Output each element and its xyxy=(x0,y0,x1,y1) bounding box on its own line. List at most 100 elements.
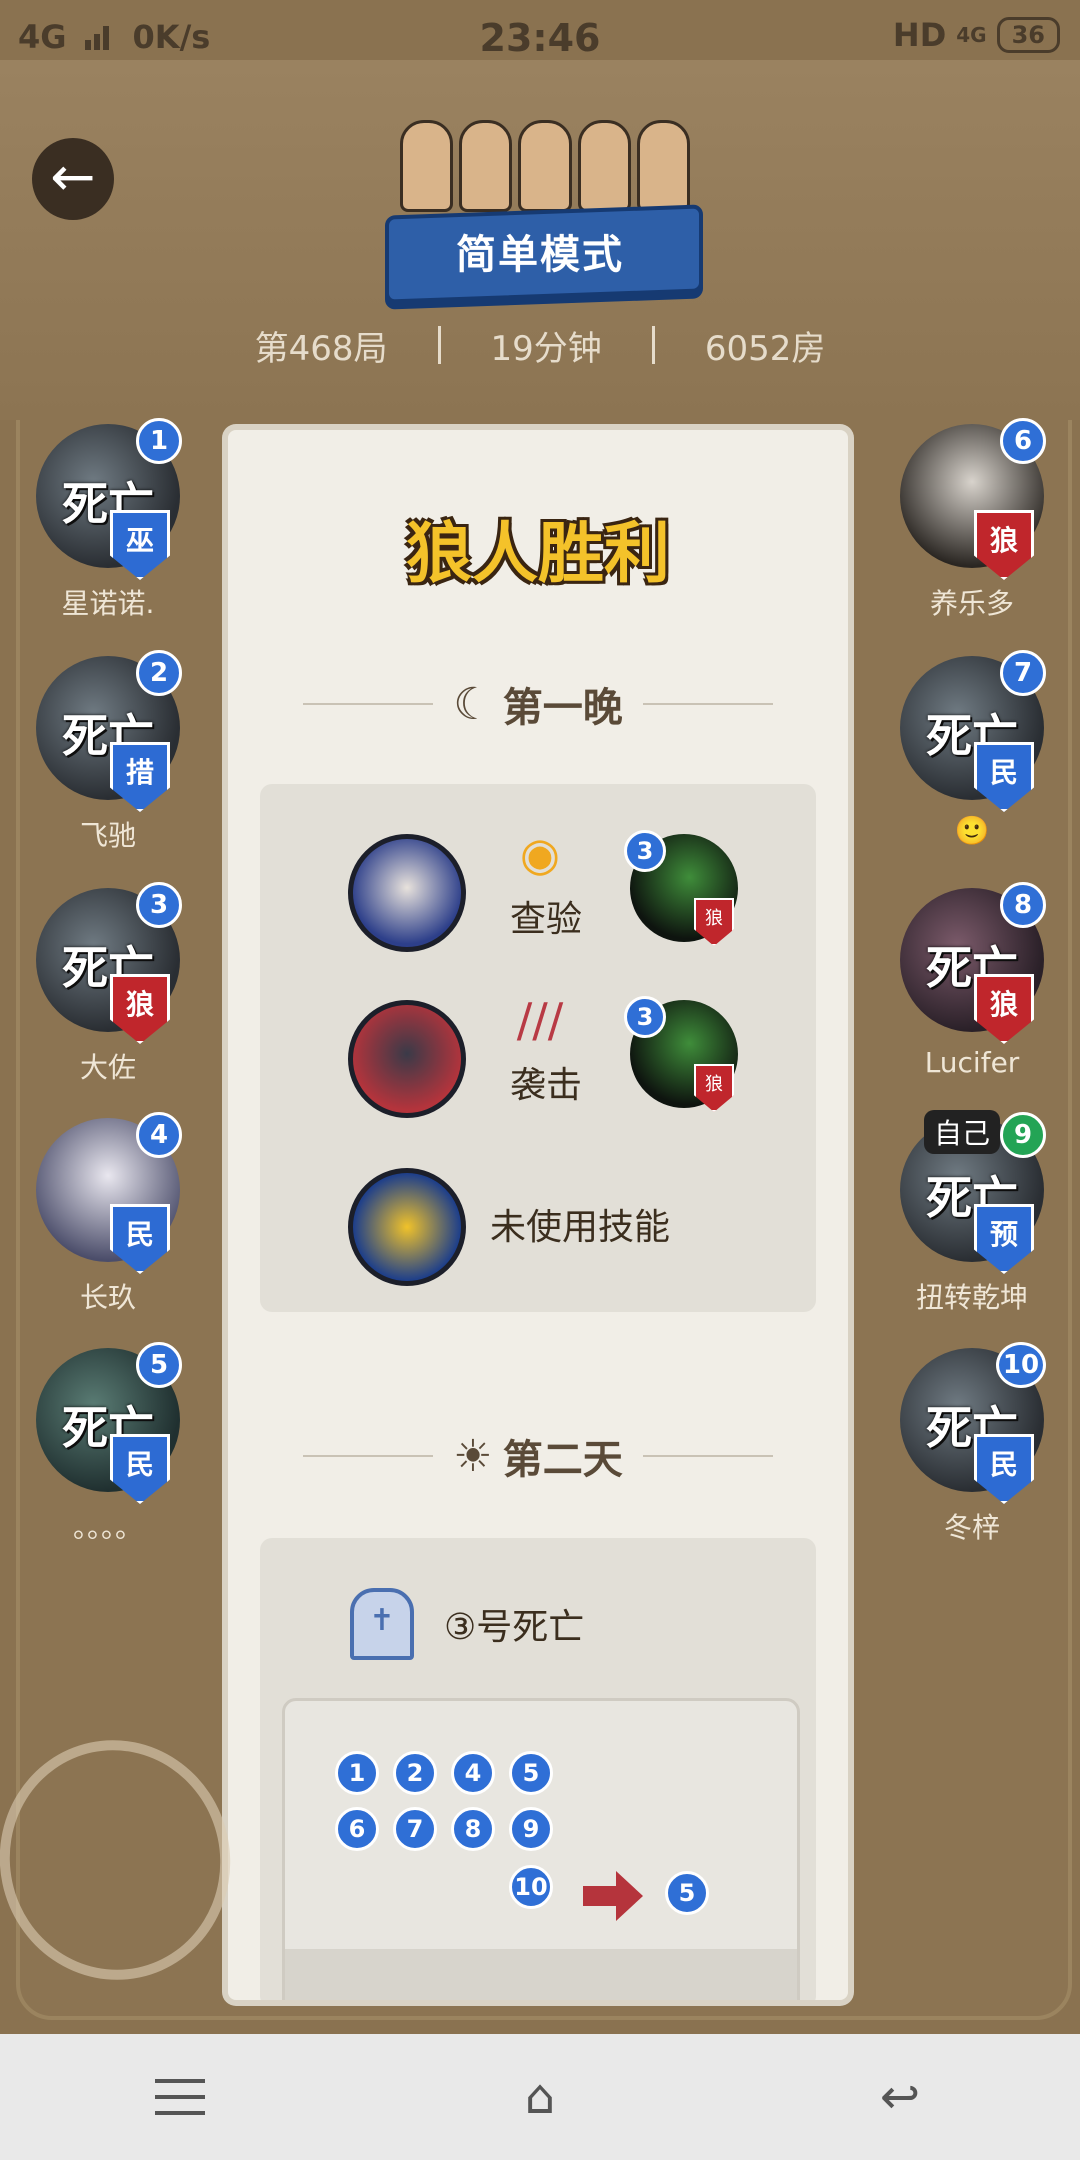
menu-icon xyxy=(155,2079,205,2115)
voter-number: 10 xyxy=(509,1865,553,1909)
battery-icon: 36 xyxy=(996,17,1060,53)
role-badge: 狼 xyxy=(974,974,1034,1044)
voter-number: 2 xyxy=(393,1751,437,1795)
role-badge: 狼 xyxy=(110,974,170,1044)
player-seat-1[interactable]: 死亡 1 巫 星诺诺. xyxy=(28,418,188,622)
sun-icon: ☀ xyxy=(453,1430,493,1482)
game-duration: 19分钟 xyxy=(490,328,602,369)
player-name: 星诺诺. xyxy=(61,587,155,620)
player-seat-2[interactable]: 死亡 2 措 飞驰 xyxy=(28,650,188,854)
avatar: 死亡 5 民 xyxy=(36,1342,182,1504)
avatar: 死亡 自己 9 预 xyxy=(900,1110,1046,1274)
seat-number: 3 xyxy=(136,882,182,928)
player-name: 。。。。 xyxy=(72,1511,143,1544)
target-role: 狼 xyxy=(694,898,734,946)
back-button[interactable]: ← xyxy=(32,138,114,220)
network-type-right: 4G xyxy=(956,23,987,47)
seat-number: 8 xyxy=(1000,882,1046,928)
witch-avatar xyxy=(348,1168,466,1286)
divider xyxy=(642,1455,773,1457)
mode-banner: 简单模式 xyxy=(385,200,703,304)
role-badge: 狼 xyxy=(974,510,1034,580)
player-name: 飞驰 xyxy=(79,819,136,852)
room-number: 6052房 xyxy=(704,328,826,369)
divider xyxy=(303,703,434,705)
werewolf-avatar xyxy=(348,1000,466,1118)
player-name: 养乐多 xyxy=(929,587,1014,620)
vote-arrow-icon xyxy=(583,1871,643,1921)
target-avatar: 3 狼 xyxy=(624,996,738,1112)
player-seat-4[interactable]: 4 民 长玖 xyxy=(28,1112,188,1316)
voter-number: 4 xyxy=(451,1751,495,1795)
home-button[interactable]: ⌂ xyxy=(495,2062,585,2132)
character-art xyxy=(518,120,572,212)
character-art xyxy=(577,120,631,212)
action-label: 查验 xyxy=(510,899,583,940)
target-avatar: 3 狼 xyxy=(624,830,738,946)
player-name: 冬梓 xyxy=(943,1511,1000,1544)
seat-number: 10 xyxy=(996,1342,1046,1388)
night1-title: 第一晚 xyxy=(502,685,623,731)
character-art xyxy=(459,120,513,212)
avatar: 4 民 xyxy=(36,1112,182,1274)
system-nav-bar: ⌂ ↩ xyxy=(0,2034,1080,2160)
death-text: ③号死亡 xyxy=(444,1607,585,1648)
target-number: 3 xyxy=(624,996,666,1038)
game-info: 第468局 19分钟 6052房 xyxy=(220,300,860,390)
player-seat-10[interactable]: 死亡 10 民 冬梓 xyxy=(892,1342,1052,1546)
player-seat-5[interactable]: 死亡 5 民 。。。。 xyxy=(28,1342,188,1546)
player-seat-8[interactable]: 死亡 8 狼 Lucifer xyxy=(892,882,1052,1079)
seat-number: 1 xyxy=(136,418,182,464)
avatar: 死亡 2 措 xyxy=(36,650,182,812)
character-art xyxy=(400,120,454,212)
night1-actions: ◉ 查验 3 狼 /// 袭击 3 狼 未使用技能 xyxy=(260,784,816,1312)
unused-skill-label: 未使用技能 xyxy=(490,1207,671,1248)
target-number: 3 xyxy=(624,830,666,872)
action-row: /// 袭击 3 狼 xyxy=(260,993,816,1120)
role-badge: 民 xyxy=(974,742,1034,812)
menu-button[interactable] xyxy=(135,2062,225,2132)
seat-number: 5 xyxy=(136,1342,182,1388)
seat-number: 2 xyxy=(136,650,182,696)
avatar: 6 狼 xyxy=(900,418,1046,580)
claw-icon: /// xyxy=(516,993,564,1047)
moon-icon: ☾ xyxy=(453,678,493,730)
crystal-ball-icon: ◉ xyxy=(519,827,561,881)
voter-number: 7 xyxy=(393,1807,437,1851)
role-badge: 预 xyxy=(974,1204,1034,1274)
avatar: 死亡 7 民 xyxy=(900,650,1046,812)
character-art xyxy=(636,120,691,212)
day2-title: 第二天 xyxy=(502,1437,623,1483)
voter-number: 5 xyxy=(509,1751,553,1795)
player-seat-7[interactable]: 死亡 7 民 🙂 xyxy=(892,650,1052,847)
player-seat-6[interactable]: 6 狼 养乐多 xyxy=(892,418,1052,622)
return-icon: ↩ xyxy=(879,2069,921,2125)
next-record-row xyxy=(285,1949,797,2000)
voter-number: 9 xyxy=(509,1807,553,1851)
seat-number: 9 xyxy=(1000,1112,1046,1158)
role-badge: 措 xyxy=(110,742,170,812)
seer-avatar xyxy=(348,834,466,952)
game-record-panel[interactable]: 狼人胜利 ☾ 第一晚 ◉ 查验 3 狼 /// 袭击 3 狼 未使用技能 ☀ 第… xyxy=(228,430,848,2000)
day2-events: ✝ ③号死亡 1 2 4 5 6 7 8 9 10 5 xyxy=(260,1538,816,2000)
seat-number: 6 xyxy=(1000,418,1046,464)
target-role: 狼 xyxy=(694,1064,734,1112)
back-arrow-icon: ← xyxy=(50,145,96,208)
round-number: 第468局 xyxy=(254,328,388,369)
player-seat-3[interactable]: 死亡 3 狼 大佐 xyxy=(28,882,188,1086)
player-seat-9[interactable]: 死亡 自己 9 预 扭转乾坤 xyxy=(892,1110,1052,1316)
self-tag: 自己 xyxy=(924,1110,1001,1154)
tombstone-icon: ✝ xyxy=(350,1588,414,1660)
player-name: 长玖 xyxy=(79,1281,136,1314)
avatar: 死亡 8 狼 xyxy=(900,882,1046,1044)
divider xyxy=(651,326,655,364)
day2-heading: ☀ 第二天 xyxy=(228,1426,848,1486)
player-name: 大佐 xyxy=(79,1051,136,1084)
home-icon: ⌂ xyxy=(524,2069,556,2125)
return-button[interactable]: ↩ xyxy=(855,2062,945,2132)
voter-number: 8 xyxy=(451,1807,495,1851)
result-title: 狼人胜利 xyxy=(406,515,670,592)
death-row: ✝ ③号死亡 xyxy=(350,1588,584,1660)
avatar: 死亡 1 巫 xyxy=(36,418,182,580)
divider xyxy=(437,326,441,364)
